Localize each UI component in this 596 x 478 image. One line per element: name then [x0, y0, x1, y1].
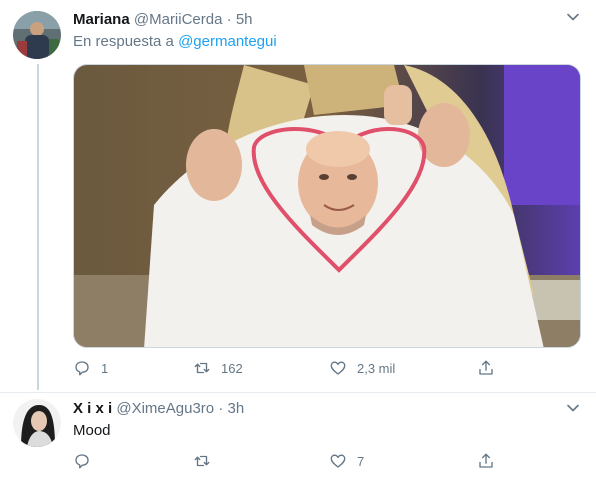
display-name[interactable]: X i x i	[73, 400, 112, 417]
tweet-actions: 1 162 2,3 mil	[73, 356, 513, 380]
retweet-button[interactable]: 162	[193, 356, 243, 380]
retweet-count: 162	[221, 360, 243, 376]
chevron-down-icon[interactable]	[566, 10, 580, 24]
avatar[interactable]	[13, 11, 61, 59]
retweet-icon	[194, 362, 210, 374]
like-button[interactable]: 2,3 mil	[329, 356, 395, 380]
timestamp[interactable]: 3h	[227, 400, 244, 417]
user-handle[interactable]: @XimeAgu3ro	[116, 400, 214, 417]
share-button[interactable]	[477, 356, 495, 380]
share-icon	[479, 360, 493, 375]
heart-icon	[330, 454, 346, 468]
mention-link[interactable]: @germantegui	[178, 33, 277, 50]
tweet-actions: 7	[73, 449, 513, 473]
tweet-text: Mood	[73, 422, 111, 439]
tweet[interactable]: X i x i @XimeAgu3ro · 3h Mood 7	[0, 392, 596, 478]
reply-count: 1	[101, 360, 109, 376]
tweet-header: X i x i @XimeAgu3ro · 3h	[73, 399, 244, 419]
user-handle[interactable]: @MariiCerda	[134, 11, 223, 28]
tweet-media-image[interactable]	[73, 64, 581, 348]
reply-button[interactable]	[73, 449, 101, 473]
like-count: 2,3 mil	[357, 360, 396, 376]
tweet[interactable]: Mariana @MariiCerda · 5h En respuesta a …	[0, 0, 596, 392]
chevron-down-icon[interactable]	[566, 401, 580, 415]
retweet-icon	[194, 455, 210, 467]
reply-prefix: En respuesta a	[73, 33, 174, 50]
reply-button[interactable]: 1	[73, 356, 108, 380]
timestamp[interactable]: 5h	[236, 11, 253, 28]
avatar[interactable]	[13, 399, 61, 447]
reply-context: En respuesta a @germantegui	[73, 32, 277, 52]
display-name[interactable]: Mariana	[73, 11, 130, 28]
like-button[interactable]: 7	[329, 449, 364, 473]
share-icon	[479, 453, 493, 468]
heart-icon	[330, 361, 346, 375]
reply-icon	[75, 361, 89, 376]
reply-icon	[75, 454, 89, 469]
separator-dot: ·	[218, 400, 224, 417]
separator-dot: ·	[226, 11, 232, 28]
share-button[interactable]	[477, 449, 495, 473]
retweet-button[interactable]	[193, 449, 221, 473]
like-count: 7	[357, 453, 365, 469]
tweet-header: Mariana @MariiCerda · 5h	[73, 10, 253, 30]
